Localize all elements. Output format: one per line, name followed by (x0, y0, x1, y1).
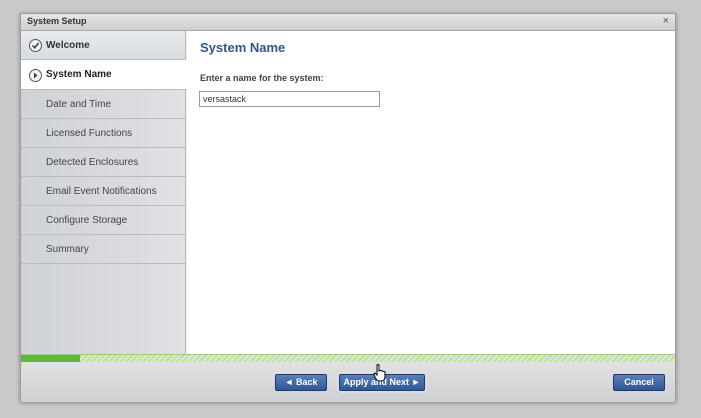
back-button[interactable]: ◄ Back (275, 374, 327, 391)
check-circle-icon (29, 39, 42, 52)
main-content: System Name Enter a name for the system: (187, 31, 675, 354)
page-title: System Name (200, 40, 286, 55)
dialog-footer: ◄ Back Apply and Next ► Cancel (21, 362, 675, 402)
sidebar-item-licensed-functions[interactable]: Licensed Functions (21, 119, 185, 148)
sidebar-item-label: Welcome (46, 40, 90, 51)
wizard-progress-bar (21, 354, 675, 362)
cancel-button[interactable]: Cancel (613, 374, 665, 391)
sidebar-item-label: Email Event Notifications (46, 186, 157, 197)
sidebar-item-email-event-notifications[interactable]: Email Event Notifications (21, 177, 185, 206)
sidebar-item-label: Date and Time (46, 99, 112, 110)
sidebar-item-welcome[interactable]: Welcome (21, 31, 185, 60)
sidebar-item-date-and-time[interactable]: Date and Time (21, 90, 185, 119)
dialog-titlebar: System Setup × (21, 14, 675, 31)
sidebar-item-system-name[interactable]: System Name (21, 60, 187, 90)
sidebar-item-configure-storage[interactable]: Configure Storage (21, 206, 185, 235)
system-name-input[interactable] (199, 91, 380, 107)
sidebar-item-summary[interactable]: Summary (21, 235, 185, 264)
wizard-steps-sidebar: Welcome System Name Date and Time Licens… (21, 31, 187, 354)
sidebar-item-label: Configure Storage (46, 215, 128, 226)
dialog-title: System Setup (27, 16, 87, 26)
arrow-circle-icon (29, 69, 42, 82)
system-setup-dialog: System Setup × Welcome System Name Date … (20, 13, 676, 402)
sidebar-item-label: Licensed Functions (46, 128, 133, 139)
sidebar-item-label: System Name (46, 69, 112, 80)
sidebar-item-detected-enclosures[interactable]: Detected Enclosures (21, 148, 185, 177)
progress-fill (21, 355, 80, 362)
sidebar-item-label: Detected Enclosures (46, 157, 139, 168)
close-icon[interactable]: × (663, 15, 669, 27)
sidebar-item-label: Summary (46, 244, 89, 255)
hand-cursor-icon (373, 364, 386, 382)
system-name-label: Enter a name for the system: (200, 73, 324, 83)
